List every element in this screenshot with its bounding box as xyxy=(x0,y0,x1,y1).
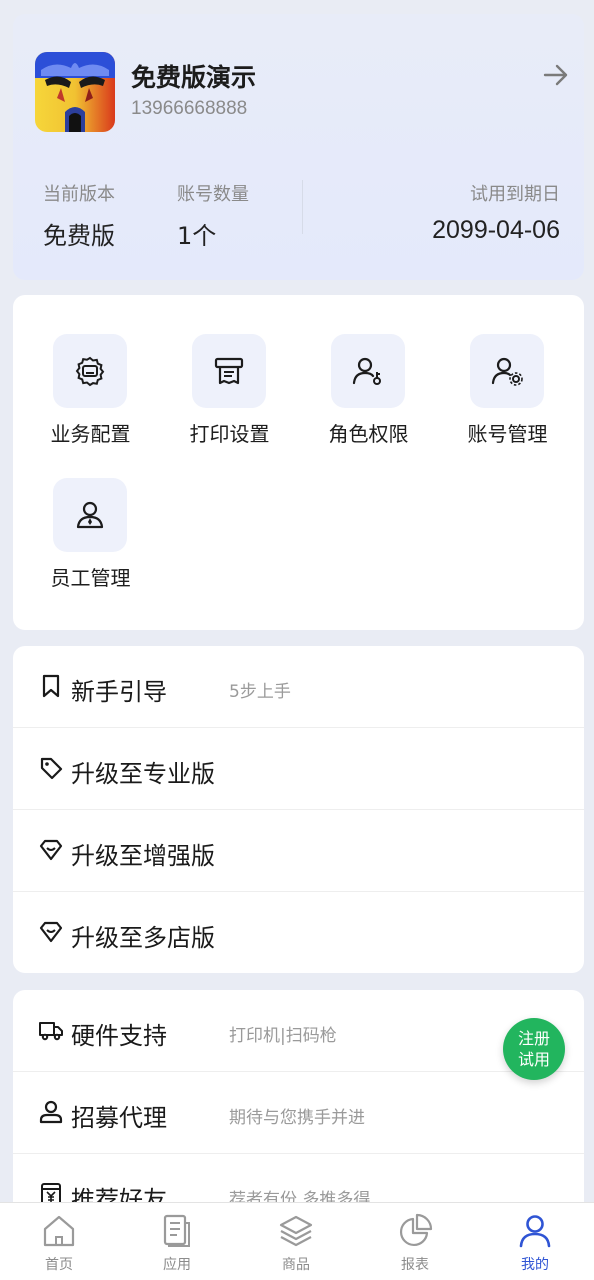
profile-phone: 13966668888 xyxy=(131,98,248,119)
tab-label: 首页 xyxy=(45,1257,73,1273)
fab-line2: 试用 xyxy=(517,1050,550,1069)
page: 免费版演示 13966668888 当前版本 免费版 账号数量 1个 试用到期日… xyxy=(0,0,594,1280)
business-config-icon xyxy=(53,334,127,408)
support-list: 硬件支持 打印机|扫码枪 招募代理 期待与您携手并进 推荐好友 荐者有份 多推多… xyxy=(13,990,584,1230)
stat-accounts-value: 1个 xyxy=(177,222,217,250)
account-manage-icon xyxy=(470,334,544,408)
list-item-sub: 5步上手 xyxy=(229,682,291,702)
tab-label: 报表 xyxy=(401,1257,429,1273)
pie-chart-icon xyxy=(400,1213,433,1246)
list-item-label: 升级至专业版 xyxy=(71,760,215,788)
layers-icon xyxy=(279,1215,313,1247)
bookmark-icon xyxy=(42,674,60,698)
tag-icon xyxy=(40,757,63,780)
profile-name: 免费版演示 xyxy=(131,63,257,92)
fab-line1: 注册 xyxy=(517,1029,550,1048)
list-item-upgrade-pro[interactable]: 升级至专业版 xyxy=(13,728,584,810)
tab-products[interactable]: 商品 xyxy=(237,1203,355,1280)
stat-expiry-label: 试用到期日 xyxy=(470,184,560,205)
bottom-tab-bar: 首页 应用 商品 报表 我的 xyxy=(0,1202,594,1280)
person-icon xyxy=(39,1100,63,1124)
list-item-label: 招募代理 xyxy=(71,1104,167,1132)
tab-label: 我的 xyxy=(521,1257,549,1273)
truck-icon xyxy=(39,1022,63,1041)
arrow-right-icon[interactable] xyxy=(541,60,571,90)
grid-item-account-manage[interactable]: 账号管理 xyxy=(438,334,577,454)
tab-label: 商品 xyxy=(282,1257,310,1273)
list-item-label: 新手引导 xyxy=(71,678,167,706)
list-item-recruit-agent[interactable]: 招募代理 期待与您携手并进 xyxy=(13,1072,584,1154)
tab-mine[interactable]: 我的 xyxy=(476,1203,594,1280)
tab-label: 应用 xyxy=(163,1257,191,1273)
grid-label-staff-manage: 员工管理 xyxy=(50,566,131,590)
grid-item-print-settings[interactable]: 打印设置 xyxy=(160,334,299,454)
list-item-label: 升级至多店版 xyxy=(71,924,215,952)
role-permission-icon xyxy=(331,334,405,408)
tab-apps[interactable]: 应用 xyxy=(118,1203,236,1280)
guide-upgrade-list: 新手引导 5步上手 升级至专业版 升级至增强版 升级至多店版 xyxy=(13,646,584,973)
grid-label-print-settings: 打印设置 xyxy=(189,422,270,446)
avatar[interactable] xyxy=(35,52,115,132)
stat-accounts: 账号数量 1个 xyxy=(177,180,249,251)
grid-item-business-config[interactable]: 业务配置 xyxy=(21,334,160,454)
diamond-icon xyxy=(39,839,63,861)
document-icon xyxy=(163,1214,190,1247)
stat-accounts-label: 账号数量 xyxy=(177,184,249,205)
stat-expiry-value: 2099-04-06 xyxy=(432,216,560,244)
stat-version: 当前版本 免费版 xyxy=(43,180,115,251)
list-item-upgrade-enhanced[interactable]: 升级至增强版 xyxy=(13,810,584,892)
list-item-hardware-support[interactable]: 硬件支持 打印机|扫码枪 xyxy=(13,990,584,1072)
profile-card[interactable]: 免费版演示 13966668888 当前版本 免费版 账号数量 1个 试用到期日… xyxy=(13,14,584,280)
grid-label-account-manage: 账号管理 xyxy=(467,422,548,446)
home-icon xyxy=(43,1215,75,1247)
stat-version-label: 当前版本 xyxy=(43,184,115,205)
list-item-beginner-guide[interactable]: 新手引导 5步上手 xyxy=(13,646,584,728)
stat-version-value: 免费版 xyxy=(43,222,115,250)
grid-item-role-permission[interactable]: 角色权限 xyxy=(299,334,438,454)
grid-label-business-config: 业务配置 xyxy=(50,422,131,446)
tab-home[interactable]: 首页 xyxy=(0,1203,118,1280)
opera-mask-avatar-icon xyxy=(35,52,115,132)
register-trial-button[interactable]: 注册 试用 xyxy=(503,1018,565,1080)
list-item-label: 升级至增强版 xyxy=(71,842,215,870)
stat-divider xyxy=(302,180,303,234)
user-icon xyxy=(519,1215,551,1248)
printer-icon xyxy=(192,334,266,408)
stat-expiry: 试用到期日 2099-04-06 xyxy=(432,180,560,245)
list-item-sub: 期待与您携手并进 xyxy=(229,1108,365,1128)
tab-reports[interactable]: 报表 xyxy=(356,1203,474,1280)
list-item-sub: 打印机|扫码枪 xyxy=(229,1026,337,1046)
list-item-label: 硬件支持 xyxy=(71,1022,167,1050)
diamond-icon xyxy=(39,921,63,943)
list-item-upgrade-multistore[interactable]: 升级至多店版 xyxy=(13,892,584,973)
function-grid: 业务配置 打印设置 角色权限 账号管理 员工管理 xyxy=(13,295,584,630)
staff-icon xyxy=(53,478,127,552)
grid-label-role-permission: 角色权限 xyxy=(328,422,409,446)
grid-item-staff-manage[interactable]: 员工管理 xyxy=(21,478,160,598)
